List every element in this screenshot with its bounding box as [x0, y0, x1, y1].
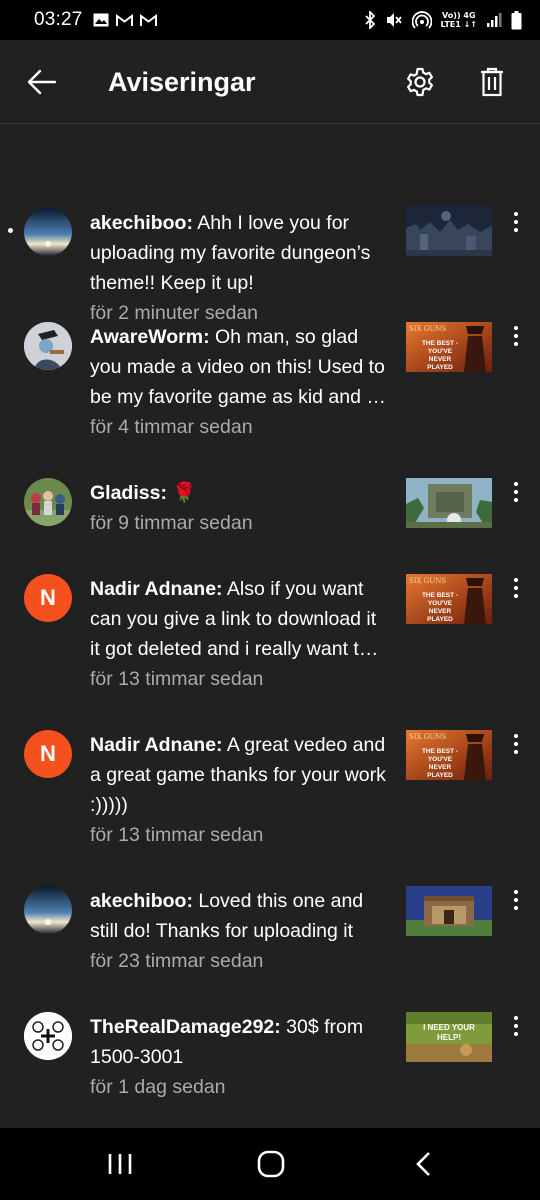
notification-time: för 4 timmar sedan — [90, 416, 253, 438]
notification-item[interactable]: akechiboo: Ahh I love you for uploading … — [0, 166, 540, 324]
thumbnail-caption: THE BEST - YOU'VE NEVER PLAYED — [421, 592, 459, 623]
network-top-label: Vo)) 4G — [442, 11, 476, 20]
thumbnail-title: SIX GUNS — [409, 325, 447, 333]
letter-avatar[interactable]: N — [24, 574, 72, 622]
unread-indicator — [8, 228, 13, 233]
comment-author: TheRealDamage292: — [90, 1016, 281, 1038]
comment-author: Gladiss: — [90, 482, 167, 504]
notification-text: Gladiss: 🌹 för 9 timmar sedan — [90, 478, 386, 538]
notification-item[interactable]: akechiboo: Loved this one and still do! … — [0, 886, 540, 996]
notification-item[interactable]: N Nadir Adnane: Also if you want can you… — [0, 574, 540, 714]
group-photo-avatar[interactable] — [24, 478, 72, 526]
dark-castle-thumbnail[interactable] — [406, 206, 492, 256]
notification-time: för 13 timmar sedan — [90, 668, 264, 690]
more-options-button[interactable] — [504, 478, 528, 506]
system-back-button[interactable] — [393, 1146, 453, 1182]
more-options-button[interactable] — [504, 730, 528, 758]
thumbnail-caption: THE BEST - YOU'VE NEVER PLAYED — [421, 340, 459, 371]
gallery-icon — [93, 13, 109, 27]
notification-text: akechiboo: Loved this one and still do! … — [90, 886, 386, 976]
jungle-temple-thumbnail[interactable] — [406, 478, 492, 528]
notification-text: Nadir Adnane: Also if you want can you g… — [90, 574, 386, 694]
home-icon — [257, 1150, 285, 1178]
sunset-avatar[interactable] — [24, 208, 72, 256]
six-guns-thumbnail[interactable]: SIX GUNS THE BEST - YOU'VE NEVER PLAYED — [406, 574, 492, 624]
more-options-button[interactable] — [504, 574, 528, 602]
comment-author: akechiboo: — [90, 212, 193, 234]
system-nav-bar — [0, 1128, 540, 1200]
notification-text: AwareWorm: Oh man, so glad you made a vi… — [90, 322, 386, 442]
symbols-avatar[interactable] — [24, 1012, 72, 1060]
status-bar: 03:27 Vo)) 4G LTE1 ↓↑ — [0, 0, 540, 40]
recent-apps-button[interactable] — [90, 1146, 150, 1182]
home-button[interactable] — [241, 1146, 301, 1182]
notification-text: akechiboo: Ahh I love you for uploading … — [90, 208, 386, 328]
page-title: Aviseringar — [108, 67, 256, 97]
arrow-left-icon — [27, 69, 57, 95]
notification-text: TheRealDamage292: 30$ from 1500-3001 för… — [90, 1012, 386, 1102]
i-need-your-help-thumbnail[interactable]: I NEED YOUR HELP! — [406, 1012, 492, 1062]
more-options-button[interactable] — [504, 886, 528, 914]
settings-button[interactable] — [400, 62, 440, 102]
character-avatar[interactable] — [24, 322, 72, 370]
temple-gate-thumbnail[interactable] — [406, 886, 492, 936]
notification-item[interactable]: AwareWorm: Oh man, so glad you made a vi… — [0, 322, 540, 462]
signal-icon — [486, 12, 502, 28]
sunset-avatar[interactable] — [24, 886, 72, 934]
letter-avatar[interactable]: N — [24, 730, 72, 778]
thumbnail-title: SIX GUNS — [409, 733, 447, 741]
app-header: Aviseringar — [0, 40, 540, 124]
hotspot-icon — [411, 11, 432, 29]
comment-author: akechiboo: — [90, 890, 193, 912]
gear-icon — [407, 67, 433, 97]
more-options-button[interactable] — [504, 1012, 528, 1040]
gmail-icon — [115, 13, 133, 27]
comment-author: AwareWorm: — [90, 326, 210, 348]
six-guns-thumbnail[interactable]: SIX GUNS THE BEST - YOU'VE NEVER PLAYED — [406, 730, 492, 780]
more-options-button[interactable] — [504, 322, 528, 350]
back-chevron-icon — [416, 1152, 430, 1176]
notification-item[interactable]: N Nadir Adnane: A great vedeo and a grea… — [0, 730, 540, 870]
recent-apps-icon — [108, 1154, 132, 1174]
delete-button[interactable] — [472, 62, 512, 102]
status-time: 03:27 — [34, 9, 83, 30]
six-guns-thumbnail[interactable]: SIX GUNS THE BEST - YOU'VE NEVER PLAYED — [406, 322, 492, 372]
status-right-icons: Vo)) 4G LTE1 ↓↑ — [364, 10, 522, 30]
comment-author: Nadir Adnane: — [90, 734, 223, 756]
notification-time: för 9 timmar sedan — [90, 512, 253, 534]
bluetooth-icon — [364, 11, 376, 29]
notification-time: för 13 timmar sedan — [90, 824, 264, 846]
thumbnail-caption: HELP! — [437, 1033, 461, 1042]
comment-text: 🌹 — [166, 482, 197, 504]
notification-text: Nadir Adnane: A great vedeo and a great … — [90, 730, 386, 850]
thumbnail-caption: THE BEST - YOU'VE NEVER PLAYED — [421, 748, 459, 779]
notification-item[interactable]: Gladiss: 🌹 för 9 timmar sedan — [0, 478, 540, 558]
back-button[interactable] — [22, 64, 62, 100]
notification-time: för 1 dag sedan — [90, 1076, 226, 1098]
gmail-icon-2 — [139, 13, 157, 27]
battery-icon — [511, 10, 522, 30]
more-options-button[interactable] — [504, 208, 528, 236]
thumbnail-title: I NEED YOUR — [423, 1023, 475, 1032]
thumbnail-title: SIX GUNS — [409, 577, 447, 585]
notification-time: för 23 timmar sedan — [90, 950, 264, 972]
mute-icon — [385, 11, 403, 29]
network-type-indicator: Vo)) 4G LTE1 ↓↑ — [441, 11, 477, 29]
notification-item[interactable]: TheRealDamage292: 30$ from 1500-3001 för… — [0, 1012, 540, 1122]
network-bottom-label: LTE1 ↓↑ — [440, 20, 477, 29]
comment-author: Nadir Adnane: — [90, 578, 223, 600]
status-left-icons — [93, 13, 157, 27]
trash-icon — [481, 67, 503, 97]
